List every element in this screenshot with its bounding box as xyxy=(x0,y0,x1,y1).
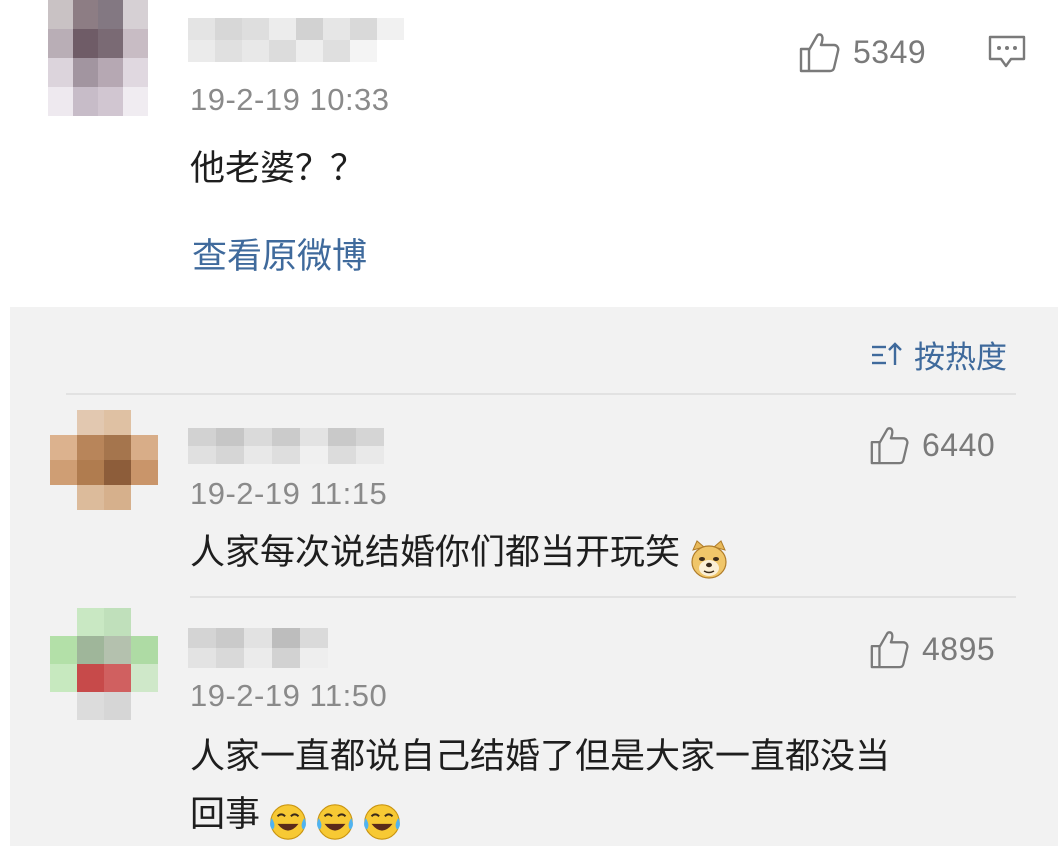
thumbs-up-icon xyxy=(870,427,909,465)
thumbs-up-icon xyxy=(870,631,909,669)
comment-text: 他老婆？？ xyxy=(190,149,366,189)
username[interactable] xyxy=(188,18,404,62)
reply-timestamp: 19-2-19 11:15 xyxy=(190,476,388,511)
username[interactable] xyxy=(188,628,328,668)
divider xyxy=(190,596,1016,598)
laugh-cry-emoji xyxy=(364,803,401,840)
reply-timestamp: 19-2-19 11:50 xyxy=(190,678,388,713)
avatar[interactable] xyxy=(48,0,148,116)
sort-icon xyxy=(872,341,902,365)
username[interactable] xyxy=(188,428,384,464)
like-button[interactable]: 5349 xyxy=(797,30,926,74)
reply-text: 人家一直都说自己结婚了但是大家一直都没当 xyxy=(190,737,891,777)
like-count: 4895 xyxy=(922,630,996,667)
reply-content-line2: 回事 xyxy=(190,786,403,843)
view-original-weibo-link[interactable]: 查看原微博 xyxy=(192,228,367,279)
like-button[interactable]: 6440 xyxy=(868,424,995,466)
avatar[interactable] xyxy=(50,608,158,720)
doge-emoji xyxy=(691,539,727,579)
sort-label: 按热度 xyxy=(914,340,1007,376)
comment-icon[interactable] xyxy=(987,34,1027,70)
divider xyxy=(66,393,1016,395)
reply-content: 人家每次说结婚你们都当开玩笑 xyxy=(190,524,731,582)
thumbs-up-icon xyxy=(799,33,840,73)
like-count: 5349 xyxy=(853,33,927,70)
laugh-cry-emoji xyxy=(317,803,354,840)
laugh-cry-emoji xyxy=(270,803,307,840)
comment-timestamp: 19-2-19 10:33 xyxy=(190,82,390,117)
like-button[interactable]: 4895 xyxy=(868,628,995,670)
avatar[interactable] xyxy=(50,410,158,510)
reply-text-continued: 回事 xyxy=(190,795,261,835)
reply-text: 人家每次说结婚你们都当开玩笑 xyxy=(190,533,681,573)
sort-by-popularity-button[interactable]: 按热度 xyxy=(870,332,1007,377)
like-count: 6440 xyxy=(922,426,996,463)
